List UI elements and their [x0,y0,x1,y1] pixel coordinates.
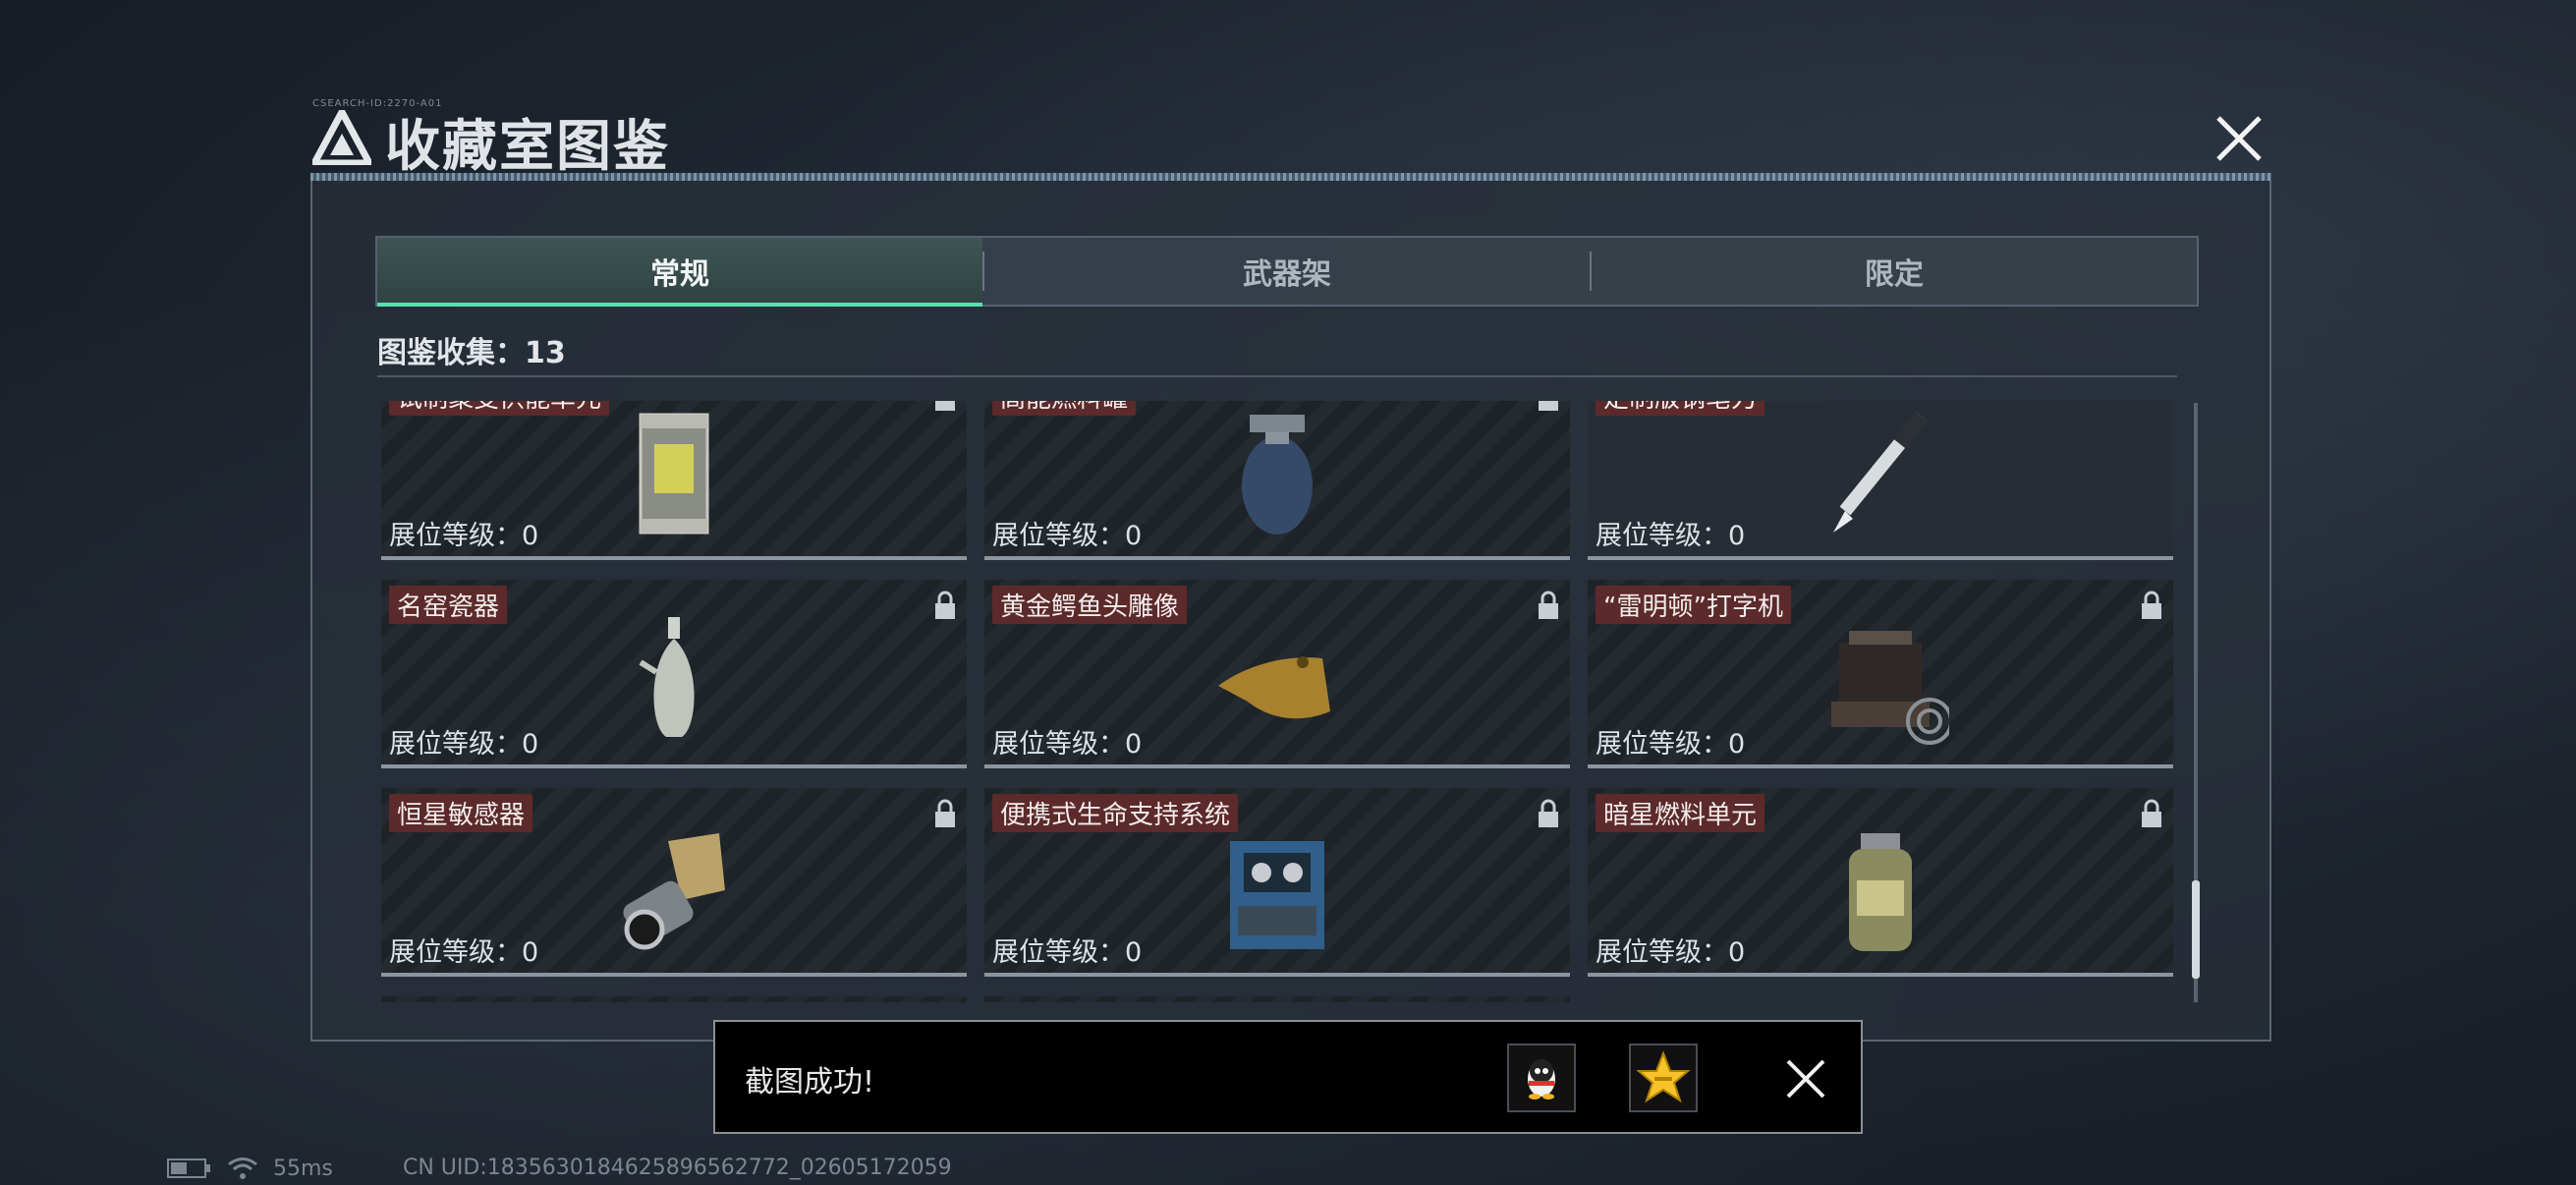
exhibit-level: 展位等级：0 [389,937,539,968]
share-qzone-button[interactable] [1629,1044,1698,1112]
fuel-cell-icon [1849,833,1912,951]
tab-regular[interactable]: 常规 [377,238,982,307]
tab-weapon-rack[interactable]: 武器架 [984,238,1590,305]
toast-message: 截图成功! [745,1065,875,1100]
item-name-label: 暗星燃料单元 [1596,794,1765,832]
exhibit-level: 展位等级：0 [1596,937,1746,968]
collection-card[interactable]: “雷明顿”打字机 展位等级：0 [1588,580,2173,768]
collection-grid: 试制聚变供能单元 展位等级：0 高能燃料罐 展位等级：0 定制版钢笔刀 展位等级… [377,401,2193,1002]
collection-card[interactable]: 试制聚变供能单元 展位等级：0 [381,401,967,560]
toast-close-icon[interactable] [1782,1055,1829,1102]
item-name-label: 试制聚变供能单元 [389,401,610,416]
item-name-label: 名窑瓷器 [389,586,508,624]
exhibit-level: 展位等级：0 [992,729,1143,760]
delta-logo-icon [312,110,371,165]
page-title: 收藏室图鉴 [385,115,670,179]
tab-limited[interactable]: 限定 [1592,238,2197,305]
life-support-icon [1230,841,1324,949]
exhibit-level: 展位等级：0 [389,521,539,551]
collection-card[interactable]: 高能燃料罐 展位等级：0 [984,401,1570,560]
divider [377,375,2177,377]
lock-icon [1539,799,1558,827]
tab-bar: 常规 武器架 限定 [375,236,2199,307]
lock-icon [1539,591,1558,619]
wifi-icon [228,1157,257,1179]
collection-card[interactable]: 定制版钢笔刀 展位等级：0 [1588,401,2173,560]
lock-icon [935,799,955,827]
title-bar: CSEARCH-ID:2270-A01 收藏室图鉴 [305,98,2230,179]
item-name-label: 便携式生命支持系统 [992,794,1239,832]
qzone-star-icon [1636,1050,1691,1103]
exhibit-level: 展位等级：0 [992,937,1143,968]
exhibit-level: 展位等级：0 [1596,729,1746,760]
share-qq-button[interactable] [1507,1044,1576,1112]
uid-text: CN UID:1835630184625896562772_0260517205… [403,1156,952,1180]
item-name-label: 定制版钢笔刀 [1596,401,1765,416]
item-name-label: 黄金鳄鱼头雕像 [992,586,1188,624]
collection-count: 图鉴收集：13 [377,336,566,370]
screenshot-toast: 截图成功! [713,1020,1863,1134]
exhibit-level: 展位等级：0 [389,729,539,760]
collection-card[interactable] [984,996,1570,1002]
collection-card[interactable]: 恒星敏感器 展位等级：0 [381,788,967,977]
lock-icon [935,591,955,619]
porcelain-vase-icon [639,617,695,737]
item-name-label: 高能燃料罐 [992,401,1137,416]
ping-value: 55ms [273,1156,333,1181]
exhibit-level: 展位等级：0 [992,521,1143,551]
reactor-cell-icon [639,413,709,535]
lock-icon [1539,401,1558,411]
collection-card[interactable]: 便携式生命支持系统 展位等级：0 [984,788,1570,977]
collection-card[interactable]: 黄金鳄鱼头雕像 展位等级：0 [984,580,1570,768]
lock-icon [2142,799,2161,827]
lock-icon [2142,591,2161,619]
status-bar: 55ms [167,1156,333,1181]
exhibit-level: 展位等级：0 [1596,521,1746,551]
lock-icon [935,401,955,411]
pen-knife-icon [1833,412,1929,533]
collection-card[interactable] [381,996,967,1002]
star-sensor-icon [623,833,725,950]
gas-canister-icon [1242,415,1313,535]
qq-icon [1528,1059,1555,1100]
collection-card[interactable]: 名窑瓷器 展位等级：0 [381,580,967,768]
item-name-label: “雷明顿”打字机 [1596,586,1791,624]
battery-icon [167,1158,210,1178]
gold-crocodile-head-icon [1218,656,1330,719]
close-icon[interactable] [2211,110,2268,167]
item-name-label: 恒星敏感器 [389,794,533,832]
collection-card[interactable]: 暗星燃料单元 展位等级：0 [1588,788,2173,977]
typewriter-icon [1831,631,1949,745]
scrollbar-thumb[interactable] [2192,880,2200,979]
title-divider [310,173,2271,181]
